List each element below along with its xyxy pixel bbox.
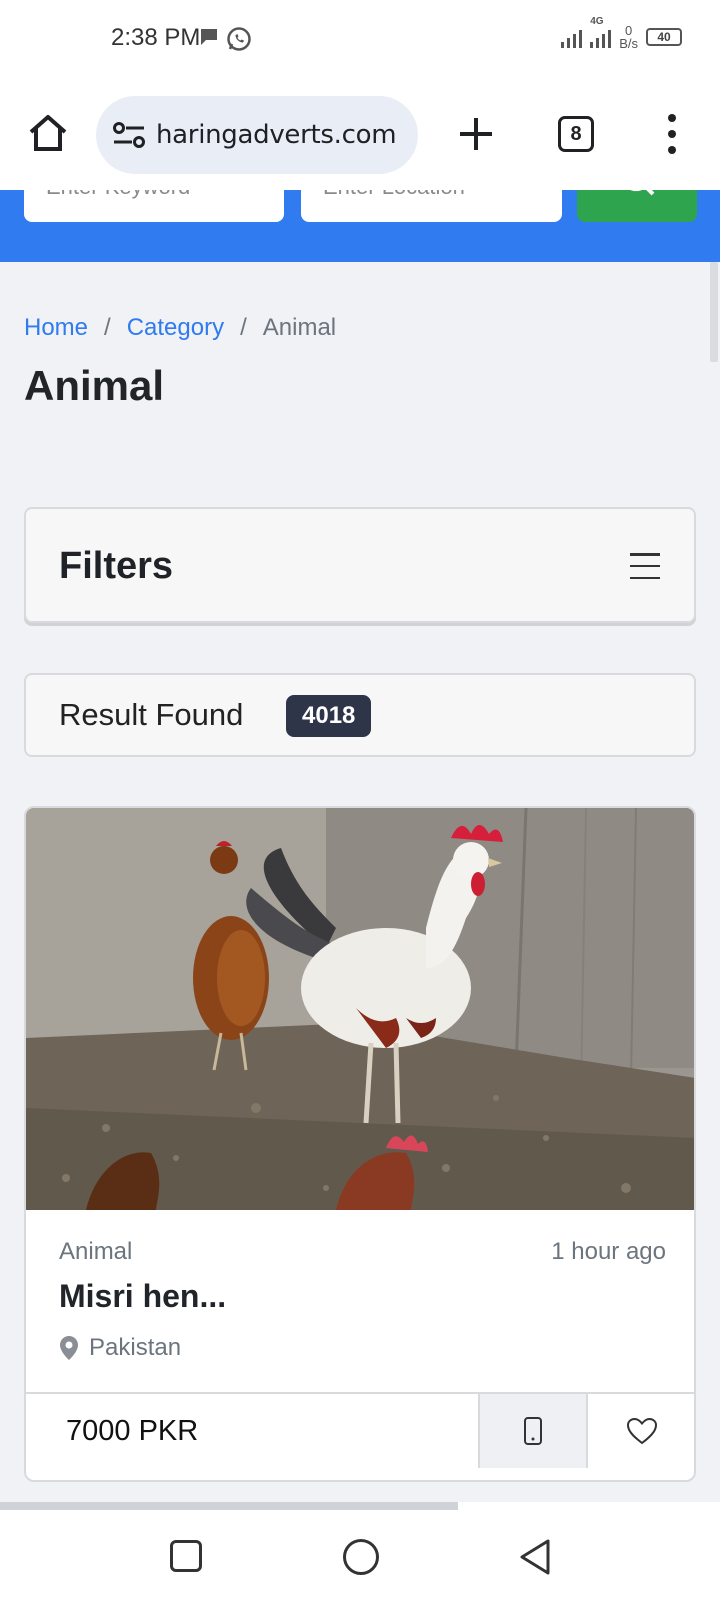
listing-category: Animal <box>59 1238 133 1265</box>
tab-count: 8 <box>570 122 582 145</box>
listing-footer: 7000 PKR <box>26 1392 694 1468</box>
network-type: 4G <box>590 16 604 27</box>
call-button[interactable] <box>478 1394 588 1468</box>
plus-icon[interactable] <box>456 114 496 154</box>
chat-bubble-icon <box>201 29 217 45</box>
whatsapp-icon <box>227 27 251 51</box>
browser-toolbar: haringadverts.com 8 <box>0 78 720 190</box>
search-bar: Enter Keyword Enter Location <box>0 190 720 262</box>
signal-4g-icon: 4G <box>590 16 612 48</box>
search-button[interactable] <box>577 190 697 222</box>
breadcrumb-category-link[interactable]: Category <box>127 314 224 342</box>
heart-icon <box>626 1417 658 1445</box>
listing-title[interactable]: Misri hen... <box>59 1278 226 1315</box>
page-scrollbar[interactable] <box>710 262 718 362</box>
breadcrumb-current: Animal <box>262 314 337 341</box>
listing-location: Pakistan <box>59 1334 181 1362</box>
listing-price: 7000 PKR <box>66 1414 199 1447</box>
battery-level: 40 <box>657 30 671 44</box>
address-bar[interactable]: haringadverts.com <box>96 96 418 174</box>
keyword-input[interactable]: Enter Keyword <box>24 190 284 222</box>
listing-location-text: Pakistan <box>89 1334 182 1361</box>
notification-icons <box>198 26 252 52</box>
listing-posted-time: 1 hour ago <box>551 1238 666 1265</box>
hamburger-icon[interactable] <box>630 553 660 579</box>
url-text: haringadverts.com <box>156 120 397 150</box>
battery-icon: 40 <box>646 28 682 46</box>
result-count-badge: 4018 <box>286 695 372 737</box>
back-icon[interactable] <box>518 1538 552 1576</box>
network-speed: 0 B/s <box>619 24 638 50</box>
home-icon[interactable] <box>27 112 69 154</box>
breadcrumb-separator: / <box>240 314 247 341</box>
horizontal-scrollbar[interactable] <box>0 1502 458 1510</box>
status-bar: 2:38 PM 4G 0 B/s 40 <box>0 0 720 78</box>
status-time: 2:38 PM <box>111 24 201 51</box>
search-icon <box>630 190 655 196</box>
breadcrumb: Home / Category / Animal <box>24 314 336 342</box>
recents-icon[interactable] <box>170 1540 202 1572</box>
listing-card[interactable]: Animal 1 hour ago Misri hen... Pakistan … <box>24 806 696 1482</box>
keyword-placeholder: Enter Keyword <box>46 190 190 200</box>
filters-title: Filters <box>59 545 174 587</box>
speed-unit: B/s <box>619 36 638 51</box>
status-indicators: 4G 0 B/s 40 <box>561 16 682 50</box>
signal-icon <box>561 26 583 48</box>
result-label: Result Found <box>59 697 244 732</box>
result-count: 4018 <box>302 702 356 729</box>
mobile-phone-icon <box>524 1417 542 1445</box>
breadcrumb-home-link[interactable]: Home <box>24 314 88 342</box>
more-vert-icon[interactable] <box>666 114 678 154</box>
location-input[interactable]: Enter Location <box>301 190 562 222</box>
listing-details: Animal 1 hour ago Misri hen... Pakistan <box>26 1210 694 1392</box>
favorite-button[interactable] <box>588 1394 694 1468</box>
tune-icon[interactable] <box>112 121 146 149</box>
breadcrumb-separator: / <box>104 314 111 341</box>
location-placeholder: Enter Location <box>323 190 465 200</box>
tab-switcher-button[interactable]: 8 <box>558 116 594 152</box>
system-nav-bar <box>0 1510 720 1600</box>
listing-photo[interactable] <box>26 808 696 1210</box>
map-pin-icon <box>60 1336 78 1360</box>
result-summary: Result Found 4018 <box>24 673 696 757</box>
filters-panel[interactable]: Filters <box>24 507 696 623</box>
page-title: Animal <box>24 362 165 409</box>
home-nav-icon[interactable] <box>343 1539 379 1575</box>
